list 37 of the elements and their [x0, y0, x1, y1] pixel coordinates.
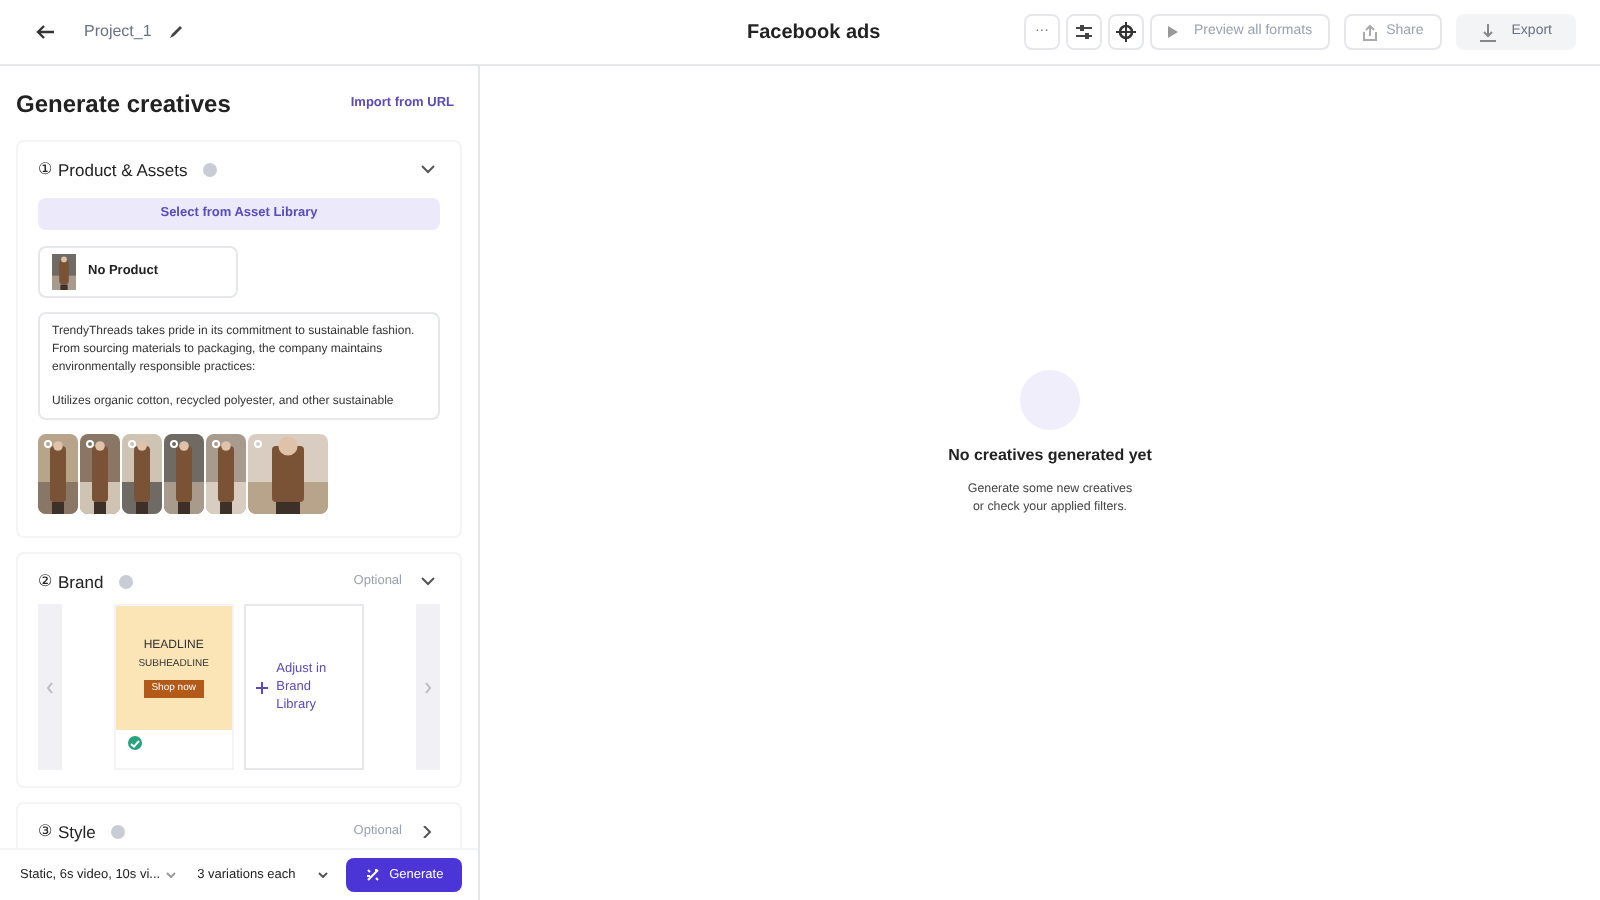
- select-radio[interactable]: [44, 440, 52, 449]
- section-title: Product & Assets: [58, 157, 188, 183]
- help-icon: [117, 574, 134, 591]
- back-arrow-icon: [36, 24, 56, 40]
- section-title: Style: [58, 819, 96, 845]
- plus-icon: [256, 681, 269, 694]
- step-number: ①: [38, 158, 52, 182]
- target-button[interactable]: [1107, 14, 1144, 50]
- step-number: ③: [38, 820, 52, 845]
- section-title: Brand: [58, 569, 104, 595]
- select-radio[interactable]: [254, 440, 262, 449]
- select-radio[interactable]: [86, 440, 94, 449]
- sliders-icon: [1075, 24, 1092, 40]
- chevron-icon: [420, 164, 436, 176]
- checkbox[interactable]: [127, 736, 142, 751]
- chevron-icon: [420, 826, 436, 839]
- pencil-icon: [167, 24, 184, 40]
- help-icon: [201, 162, 218, 178]
- panel-title: Generate creatives: [16, 88, 231, 122]
- caret-icon: [165, 872, 176, 878]
- help-icon: [109, 824, 126, 841]
- chevron-left-icon: [46, 681, 55, 694]
- step-number: ②: [38, 570, 52, 595]
- crosshair-icon: [1115, 22, 1136, 42]
- download-icon: [1479, 23, 1496, 41]
- caret-icon: [318, 872, 329, 878]
- chevron-icon: [420, 576, 436, 589]
- filter-button[interactable]: [1065, 14, 1102, 50]
- play-icon: [1167, 26, 1178, 38]
- page-title: Facebook ads: [747, 19, 881, 47]
- select-radio[interactable]: [128, 440, 136, 449]
- chevron-right-icon: [423, 681, 432, 694]
- select-radio[interactable]: [170, 440, 178, 449]
- share-icon: [1362, 23, 1379, 41]
- project-name: Project_1: [84, 20, 152, 44]
- empty-state-title: No creatives generated yet: [948, 444, 1152, 468]
- sparkle-icon: [365, 868, 380, 882]
